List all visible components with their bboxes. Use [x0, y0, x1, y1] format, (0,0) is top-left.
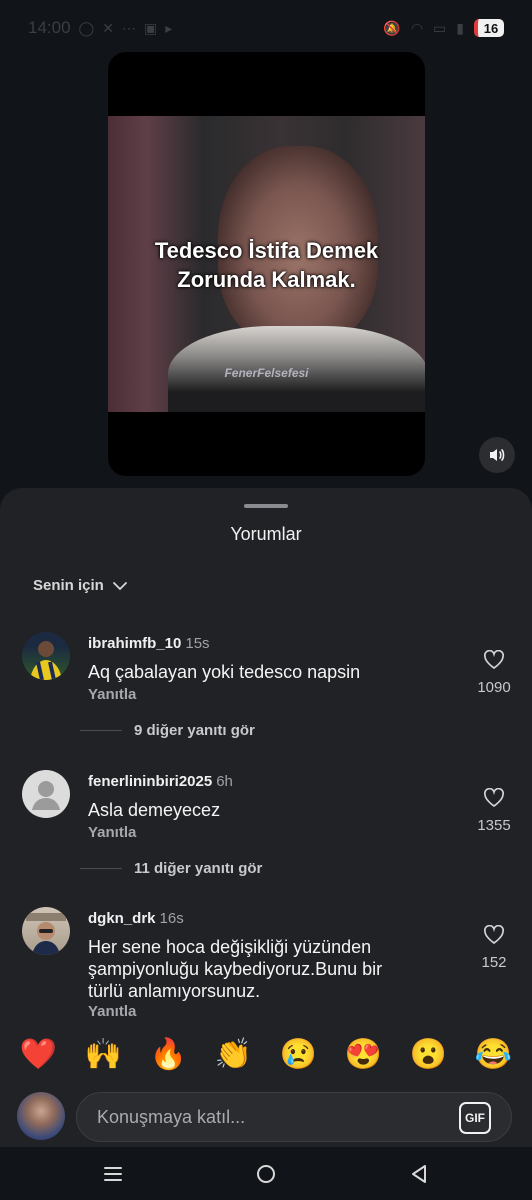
comment-username[interactable]: dgkn_drk [88, 910, 156, 927]
chevron-down-icon [112, 581, 127, 590]
divider [80, 868, 122, 869]
status-bar: 14:00 ◯ ✕ ⋯ ▣ ▸ 🔕 ◠ ▭ ▮ 16 [0, 0, 532, 56]
more-replies-button[interactable]: 9 diğer yanıtı gör [80, 722, 255, 739]
home-circle-icon [257, 1165, 275, 1183]
recent-apps-button[interactable] [98, 1159, 128, 1189]
whatsapp-icon: ◯ [78, 19, 95, 36]
x-icon: ✕ [102, 19, 114, 36]
dots-icon: ⋯ [121, 19, 136, 36]
reply-button[interactable]: Yanıtla [88, 686, 136, 703]
video-caption: Tedesco İstifa Demek Zorunda Kalmak. [108, 236, 425, 294]
back-triangle-icon [412, 1165, 426, 1183]
comment-composer: Konuşmaya katıl... GIF [0, 1085, 532, 1147]
comment-input[interactable]: Konuşmaya katıl... [76, 1092, 512, 1142]
volte-icon: ▭ [433, 19, 447, 36]
sort-label: Senin için [33, 577, 104, 594]
more-replies-label: 9 diğer yanıtı gör [134, 722, 255, 739]
mute-icon: 🔕 [383, 19, 401, 36]
heart-icon [483, 649, 505, 670]
comment-time: 16s [159, 910, 184, 927]
video-caption-line1: Tedesco İstifa Demek [154, 238, 379, 263]
divider [80, 730, 122, 731]
back-button[interactable] [404, 1159, 434, 1189]
volume-button[interactable] [479, 437, 515, 473]
comment-header: dgkn_drk 16s [88, 910, 184, 927]
reply-button[interactable]: Yanıtla [88, 824, 136, 841]
comment-text: Aq çabalayan yoki tedesco napsin [88, 662, 361, 682]
like-count: 152 [481, 954, 507, 971]
laughing-emoji-button[interactable]: 😂 [466, 1025, 522, 1085]
like-count: 1355 [477, 817, 511, 834]
avatar[interactable] [22, 632, 70, 680]
system-nav-bar [0, 1147, 532, 1200]
sheet-title: Yorumlar [230, 524, 302, 544]
home-button[interactable] [251, 1159, 281, 1189]
more-replies-label: 11 diğer yanıtı gör [134, 860, 263, 877]
video-watermark: FenerFelsefesi [224, 366, 309, 380]
heart-emoji-button[interactable]: ❤️ [11, 1025, 67, 1085]
avatar[interactable] [22, 770, 70, 818]
video-frame: Tedesco İstifa Demek Zorunda Kalmak. Fen… [108, 116, 425, 412]
heart-icon [483, 787, 505, 808]
comment-time: 15s [185, 635, 210, 652]
my-avatar[interactable] [17, 1092, 65, 1140]
like-button[interactable]: 152 [470, 924, 518, 971]
play-icon: ▸ [165, 19, 173, 36]
avatar[interactable] [22, 907, 70, 955]
comment-text: Her sene hoca değişikliği yüzünden şampi… [88, 937, 383, 1001]
comment-header: ibrahimfb_10 15s [88, 635, 210, 652]
comment-time: 6h [216, 773, 233, 790]
speaker-icon [490, 449, 505, 461]
emoji-bar: ❤️ 🙌 🔥 👏 😢 😍 😮 😂 [0, 1025, 532, 1085]
drag-handle[interactable] [244, 504, 288, 508]
raised-hands-emoji-button[interactable]: 🙌 [76, 1025, 132, 1085]
signal-icon: ▮ [456, 19, 464, 36]
comment-username[interactable]: ibrahimfb_10 [88, 635, 181, 652]
video-caption-line2: Zorunda Kalmak. [177, 267, 356, 292]
surprised-emoji-button[interactable]: 😮 [401, 1025, 457, 1085]
battery-indicator: 16 [474, 19, 504, 37]
like-button[interactable]: 1355 [470, 787, 518, 834]
comment-username[interactable]: fenerlininbiri2025 [88, 773, 212, 790]
photo-icon: ▣ [143, 19, 158, 36]
sort-dropdown[interactable]: Senin için [33, 577, 128, 594]
status-time: 14:00 [28, 18, 71, 37]
menu-icon [104, 1167, 122, 1181]
fire-emoji-button[interactable]: 🔥 [141, 1025, 197, 1085]
like-count: 1090 [477, 679, 511, 696]
gif-button[interactable]: GIF [459, 1102, 491, 1134]
comment-text: Asla demeyecez [88, 800, 221, 820]
video-player[interactable]: Tedesco İstifa Demek Zorunda Kalmak. Fen… [108, 52, 425, 476]
reply-button[interactable]: Yanıtla [88, 1003, 136, 1020]
more-replies-button[interactable]: 11 diğer yanıtı gör [80, 860, 262, 877]
wifi-icon: ◠ [410, 19, 424, 36]
crying-emoji-button[interactable]: 😢 [271, 1025, 327, 1085]
clap-emoji-button[interactable]: 👏 [206, 1025, 262, 1085]
heart-eyes-emoji-button[interactable]: 😍 [336, 1025, 392, 1085]
comment-header: fenerlininbiri2025 6h [88, 773, 233, 790]
heart-icon [483, 924, 505, 945]
like-button[interactable]: 1090 [470, 649, 518, 696]
